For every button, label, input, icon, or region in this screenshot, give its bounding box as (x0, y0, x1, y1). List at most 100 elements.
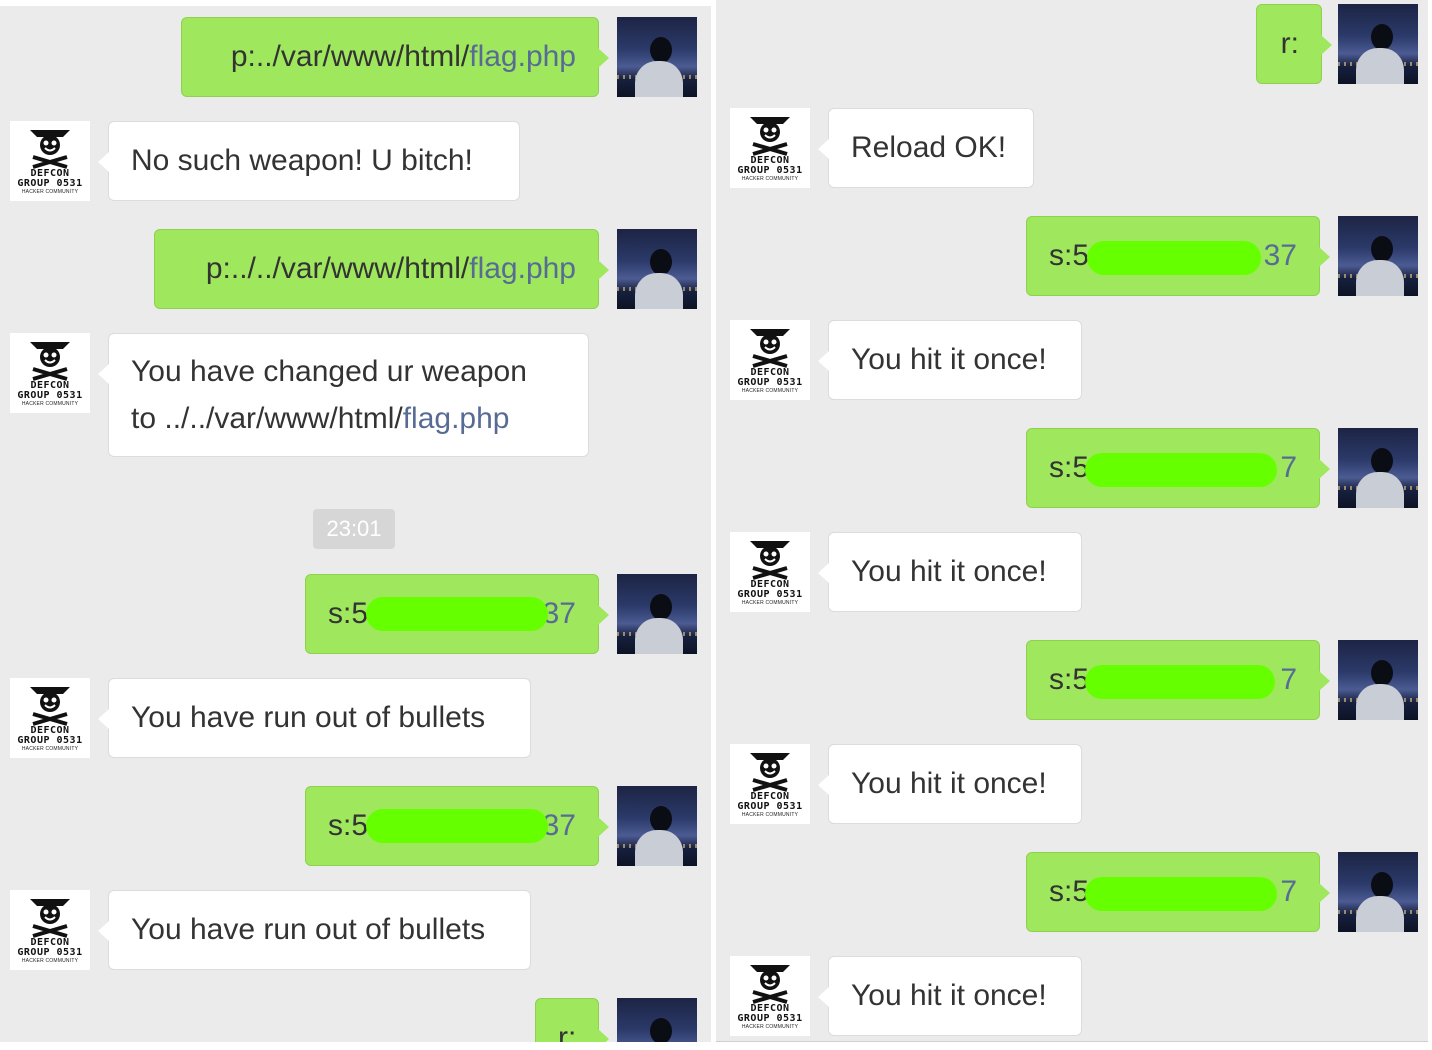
message-text: s:5 (1049, 239, 1090, 272)
bot-avatar-icon[interactable]: DEFCON GROUP 0531 HACKER COMMUNITY (10, 678, 90, 758)
logo-text: HACKER COMMUNITY (21, 958, 79, 964)
bot-avatar-icon[interactable]: DEFCON GROUP 0531 HACKER COMMUNITY (10, 121, 90, 201)
message-bubble-outgoing[interactable]: p:../var/www/html/flag.php (181, 17, 609, 97)
message-bubble-incoming[interactable]: No such weapon! U bitch! (98, 121, 520, 201)
message-bubble-outgoing[interactable]: s:5 7 (1026, 640, 1330, 720)
divider (716, 1041, 1428, 1042)
user-avatar-icon[interactable] (617, 17, 697, 97)
message-text: s:5 (1049, 451, 1090, 484)
bot-avatar-icon[interactable]: DEFCON GROUP 0531 HACKER COMMUNITY (10, 890, 90, 970)
logo-text: HACKER COMMUNITY (741, 388, 799, 394)
message-link[interactable]: flag.php (403, 402, 510, 435)
message-text: No such weapon! U bitch! (131, 144, 473, 177)
message-text: You have run out of bullets (131, 913, 486, 946)
logo-text: GROUP 0531 (17, 390, 83, 401)
message-row-outgoing: p:../var/www/html/flag.php (0, 17, 711, 97)
message-text: 7 (1280, 451, 1297, 484)
message-text: You have run out of bullets (131, 701, 486, 734)
message-text: r: (558, 1021, 577, 1042)
message-bubble-outgoing[interactable]: s:5 7 (1026, 428, 1330, 508)
message-bubble-incoming[interactable]: You hit it once! (818, 956, 1082, 1036)
logo-text: HACKER COMMUNITY (21, 401, 79, 407)
censor-mark (1087, 241, 1261, 275)
message-bubble-outgoing[interactable]: s:5 7 (1026, 852, 1330, 932)
logo-text: HACKER COMMUNITY (741, 600, 799, 606)
skull-crossbones-icon (30, 130, 70, 169)
skull-crossbones-icon (30, 342, 70, 381)
message-bubble-outgoing[interactable]: s:5 37 (1026, 216, 1330, 296)
logo-text: HACKER COMMUNITY (741, 1024, 799, 1030)
message-text: p:../var/www/html/ (230, 40, 470, 73)
logo-text: GROUP 0531 (17, 735, 83, 746)
user-avatar-icon[interactable] (1338, 4, 1418, 84)
chat-panel-right: r: DEFCON GROUP 0531 HACKER COMMUNITY Re… (716, 0, 1428, 1042)
message-text: 7 (1280, 663, 1297, 696)
logo-text: GROUP 0531 (737, 165, 803, 176)
bot-avatar-icon[interactable]: DEFCON GROUP 0531 HACKER COMMUNITY (730, 532, 810, 612)
message-row-outgoing: r: (716, 4, 1428, 84)
censor-mark (1085, 665, 1275, 699)
message-text: p:../../var/www/html/ (205, 252, 470, 285)
message-link[interactable]: flag.php (469, 252, 576, 285)
message-text: to ../../var/www/html/ (131, 402, 403, 435)
user-avatar-icon[interactable] (1338, 216, 1418, 296)
message-bubble-outgoing[interactable]: r: (1256, 4, 1332, 84)
user-avatar-icon[interactable] (1338, 852, 1418, 932)
logo-text: GROUP 0531 (737, 1013, 803, 1024)
user-avatar-icon[interactable] (617, 998, 697, 1042)
message-bubble-incoming[interactable]: You hit it once! (818, 532, 1082, 612)
skull-crossbones-icon (750, 753, 790, 792)
message-row-incoming: DEFCON GROUP 0531 HACKER COMMUNITY You h… (716, 320, 1428, 400)
message-bubble-outgoing[interactable]: s:5 37 (305, 574, 609, 654)
logo-text: HACKER COMMUNITY (741, 176, 799, 182)
user-avatar-icon[interactable] (617, 786, 697, 866)
skull-crossbones-icon (30, 899, 70, 938)
message-row-incoming: DEFCON GROUP 0531 HACKER COMMUNITY Reloa… (716, 108, 1428, 188)
message-bubble-incoming[interactable]: Reload OK! (818, 108, 1034, 188)
user-avatar-icon[interactable] (1338, 640, 1418, 720)
user-avatar-icon[interactable] (1338, 428, 1418, 508)
logo-text: GROUP 0531 (737, 589, 803, 600)
logo-text: GROUP 0531 (737, 377, 803, 388)
message-bubble-incoming[interactable]: You have run out of bullets (98, 890, 531, 970)
timestamp: 23:01 (313, 509, 395, 549)
message-text: 7 (1280, 875, 1297, 908)
message-bubble-outgoing[interactable]: s:5 37 (305, 786, 609, 866)
message-text: You hit it once! (851, 979, 1047, 1012)
user-avatar-icon[interactable] (617, 229, 697, 309)
message-text: s:5 (328, 809, 369, 842)
bot-avatar-icon[interactable]: DEFCON GROUP 0531 HACKER COMMUNITY (730, 744, 810, 824)
bot-avatar-icon[interactable]: DEFCON GROUP 0531 HACKER COMMUNITY (730, 320, 810, 400)
logo-text: HACKER COMMUNITY (741, 812, 799, 818)
skull-crossbones-icon (750, 329, 790, 368)
message-text: Reload OK! (851, 131, 1007, 164)
message-bubble-incoming[interactable]: You hit it once! (818, 320, 1082, 400)
message-text: You have changed ur weapon (131, 355, 527, 388)
censor-mark (1085, 877, 1277, 911)
logo-text: GROUP 0531 (17, 178, 83, 189)
message-bubble-incoming[interactable]: You have run out of bullets (98, 678, 531, 758)
bot-avatar-icon[interactable]: DEFCON GROUP 0531 HACKER COMMUNITY (10, 333, 90, 413)
message-text: 37 (1263, 239, 1297, 272)
censor-mark (1085, 453, 1277, 487)
logo-text: GROUP 0531 (17, 947, 83, 958)
message-bubble-incoming[interactable]: You have changed ur weapon to ../../var/… (98, 333, 589, 457)
message-text: r: (1280, 27, 1299, 60)
message-row-outgoing: s:5 7 (716, 428, 1428, 508)
message-row-outgoing: s:5 37 (0, 786, 711, 866)
message-bubble-outgoing[interactable]: p:../../var/www/html/flag.php (154, 229, 609, 309)
message-row-outgoing: r: (0, 998, 711, 1042)
message-bubble-incoming[interactable]: You hit it once! (818, 744, 1082, 824)
user-avatar-icon[interactable] (617, 574, 697, 654)
message-row-incoming: DEFCON GROUP 0531 HACKER COMMUNITY You h… (716, 956, 1428, 1036)
message-link[interactable]: flag.php (469, 40, 576, 73)
bot-avatar-icon[interactable]: DEFCON GROUP 0531 HACKER COMMUNITY (730, 956, 810, 1036)
message-row-incoming: DEFCON GROUP 0531 HACKER COMMUNITY You h… (0, 333, 711, 457)
skull-crossbones-icon (750, 965, 790, 1004)
bot-avatar-icon[interactable]: DEFCON GROUP 0531 HACKER COMMUNITY (730, 108, 810, 188)
logo-text: HACKER COMMUNITY (21, 746, 79, 752)
censor-mark (366, 809, 548, 843)
message-text: You hit it once! (851, 343, 1047, 376)
message-row-incoming: DEFCON GROUP 0531 HACKER COMMUNITY You h… (0, 890, 711, 970)
message-bubble-outgoing[interactable]: r: (535, 998, 609, 1042)
